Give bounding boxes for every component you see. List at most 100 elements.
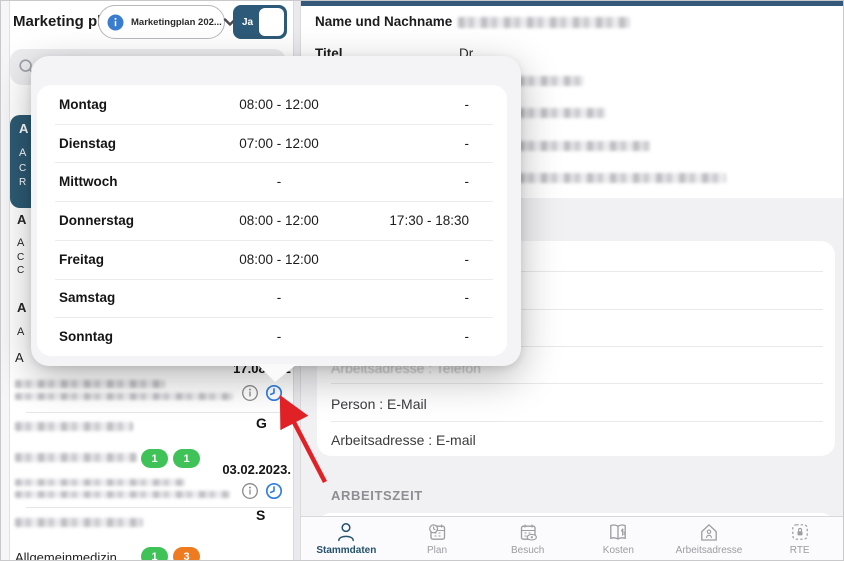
day-label: Sonntag xyxy=(59,329,113,345)
row-divider xyxy=(331,383,823,384)
redacted-value xyxy=(518,173,726,183)
evening-hours: - xyxy=(464,135,470,151)
house-person-icon xyxy=(697,520,721,544)
morning-hours: 08:00 - 12:00 xyxy=(239,96,319,112)
tab-plan[interactable]: Plan xyxy=(392,517,483,560)
book-dollar-icon xyxy=(606,520,630,544)
sidebar-entry-fragment: A xyxy=(17,237,25,249)
evening-hours: - xyxy=(464,174,470,190)
day-label: Donnerstag xyxy=(59,212,135,228)
arbeitszeit-popup: Montag 08:00 - 12:00 - Dienstag 07:00 - … xyxy=(31,56,521,366)
dropdown-value: Marketingplan 202... xyxy=(131,16,222,28)
morning-hours: 07:00 - 12:00 xyxy=(239,135,319,151)
calendar-eye-icon xyxy=(516,520,540,544)
count-badge: 3 xyxy=(173,547,200,560)
sidebar-entry-fragment: C xyxy=(17,252,25,263)
info-icon xyxy=(107,14,124,31)
worktime-row: Montag 08:00 - 12:00 - xyxy=(37,85,507,124)
tab-rte[interactable]: RTE xyxy=(754,517,843,560)
redacted-text xyxy=(15,479,185,486)
evening-hours: - xyxy=(464,251,470,267)
count-badge: 1 xyxy=(141,547,168,560)
morning-hours: - xyxy=(276,290,282,306)
info-icon[interactable] xyxy=(241,384,259,402)
redacted-value xyxy=(518,141,650,151)
field-label: Arbeitsadresse : E-mail xyxy=(331,432,476,448)
tab-kosten[interactable]: Kosten xyxy=(573,517,664,560)
row-divider xyxy=(55,124,493,125)
info-icon[interactable] xyxy=(241,482,259,500)
worktime-row: Freitag 08:00 - 12:00 - xyxy=(37,240,507,279)
evening-hours: - xyxy=(464,96,470,112)
entry-date: 03.02.2023. xyxy=(222,462,291,477)
toggle-label: Ja xyxy=(242,16,254,28)
evening-hours: - xyxy=(464,290,470,306)
row-divider xyxy=(55,279,493,280)
row-divider xyxy=(331,421,823,422)
marketingplan-dropdown[interactable]: Marketingplan 202... xyxy=(98,5,237,39)
morning-hours: - xyxy=(276,329,282,345)
count-badge: 1 xyxy=(141,449,168,468)
redacted-text xyxy=(15,491,230,498)
calendar-clock-icon xyxy=(425,520,449,544)
redacted-text xyxy=(15,453,137,462)
field-label: Person : E-Mail xyxy=(331,396,427,412)
sidebar-entry-fragment: A xyxy=(17,326,25,338)
worktime-row: Dienstag 07:00 - 12:00 - xyxy=(37,124,507,163)
section-letter: A xyxy=(15,350,24,365)
row-divider xyxy=(55,240,493,241)
selected-entry-text: R xyxy=(19,177,27,188)
tab-label: RTE xyxy=(789,545,810,556)
list-divider xyxy=(26,412,292,413)
redacted-value xyxy=(458,17,630,28)
field-label: Name und Nachname xyxy=(315,14,453,29)
lock-square-icon xyxy=(788,520,812,544)
bottom-tab-bar: Stammdaten Plan Besuch Kosten Arbeitsadr… xyxy=(301,516,843,560)
row-divider xyxy=(55,162,493,163)
entry-letter: G xyxy=(256,415,267,431)
worktime-row: Mittwoch - - xyxy=(37,162,507,201)
app-window: Marketing plan Marketingplan 202... Ja A… xyxy=(0,0,844,561)
ja-toggle[interactable]: Ja xyxy=(233,5,287,39)
sidebar-entry-fragment: A xyxy=(17,300,27,315)
list-divider xyxy=(26,507,292,508)
morning-hours: 08:00 - 12:00 xyxy=(239,251,319,267)
selected-entry-text: C xyxy=(19,163,27,174)
morning-hours: - xyxy=(276,174,282,190)
worktime-row: Donnerstag 08:00 - 12:00 17:30 - 18:30 xyxy=(37,201,507,240)
person-icon xyxy=(334,520,358,544)
entry-label: Allgemeinmedizin xyxy=(15,550,117,561)
tab-label: Kosten xyxy=(602,545,634,556)
redacted-text xyxy=(15,422,133,431)
redacted-value xyxy=(518,108,606,118)
redacted-text xyxy=(15,393,233,400)
morning-hours: 08:00 - 12:00 xyxy=(239,212,319,228)
worktime-row: Sonntag - - xyxy=(37,317,507,356)
tab-label: Stammdaten xyxy=(316,545,377,556)
day-label: Dienstag xyxy=(59,135,117,151)
tab-besuch[interactable]: Besuch xyxy=(482,517,573,560)
tab-label: Arbeitsadresse xyxy=(675,545,743,556)
evening-hours: - xyxy=(464,329,470,345)
row-divider xyxy=(55,201,493,202)
day-label: Freitag xyxy=(59,251,105,267)
window-left-edge xyxy=(1,1,10,560)
row-divider xyxy=(55,317,493,318)
redacted-text xyxy=(15,518,143,527)
clock-icon[interactable] xyxy=(265,384,283,402)
arbeitszeit-table: Montag 08:00 - 12:00 - Dienstag 07:00 - … xyxy=(37,85,507,356)
day-label: Montag xyxy=(59,96,107,112)
tab-label: Plan xyxy=(427,545,448,556)
sidebar-entry-fragment: A xyxy=(17,212,27,227)
entry-letter: S xyxy=(256,507,266,523)
day-label: Samstag xyxy=(59,290,116,306)
sidebar-entry-fragment: C xyxy=(17,265,25,276)
tab-stammdaten[interactable]: Stammdaten xyxy=(301,517,392,560)
day-label: Mittwoch xyxy=(59,174,118,190)
clock-icon[interactable] xyxy=(265,482,283,500)
toggle-knob xyxy=(259,8,284,36)
tab-arbeitsadresse[interactable]: Arbeitsadresse xyxy=(664,517,755,560)
selected-entry-text: A xyxy=(19,147,27,159)
worktime-row: Samstag - - xyxy=(37,279,507,318)
evening-hours: 17:30 - 18:30 xyxy=(389,212,469,228)
